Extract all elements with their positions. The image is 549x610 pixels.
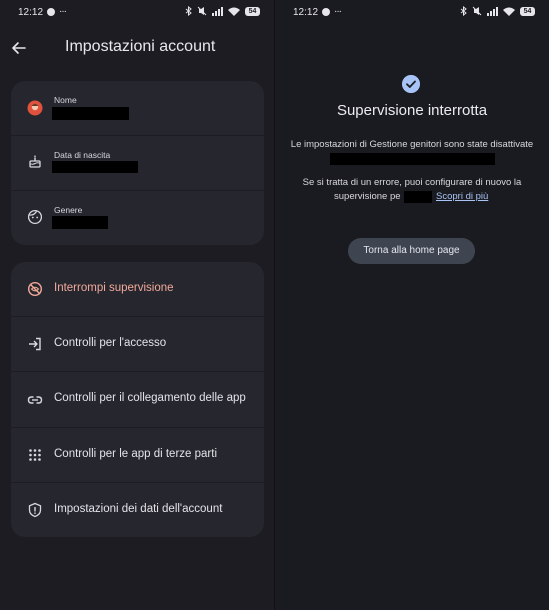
menu-item-account-data[interactable]: Impostazioni dei dati dell'account xyxy=(11,483,264,537)
vibrate-off-icon xyxy=(197,6,207,16)
battery-icon: 54 xyxy=(245,6,260,16)
cake-icon xyxy=(29,155,41,168)
vibrate-off-icon xyxy=(472,6,482,16)
menu-label-stop-supervision: Interrompi supervisione xyxy=(54,282,174,294)
signal-icon xyxy=(212,6,223,16)
profile-label-birthdate: Data di nascita xyxy=(54,150,111,160)
login-icon xyxy=(29,337,41,351)
status-bar: 12:12 ··· 54 xyxy=(0,6,274,20)
supervision-menu-card: Interrompi supervisione Controlli per l'… xyxy=(11,262,264,537)
eye-off-icon xyxy=(27,281,43,297)
menu-label-third-party-apps: Controlli per le app di terze parti xyxy=(54,448,217,460)
menu-item-stop-supervision[interactable]: Interrompi supervisione xyxy=(11,262,264,317)
telegram-icon xyxy=(322,7,330,16)
redacted-gender xyxy=(52,216,108,229)
learn-more-link[interactable]: Scopri di più xyxy=(436,191,488,202)
profile-row-gender[interactable]: Genere xyxy=(11,191,264,245)
confirmation-message: Le impostazioni di Gestione genitori son… xyxy=(290,139,534,150)
profile-label-name: Nome xyxy=(54,95,77,105)
menu-item-access-controls[interactable]: Controlli per l'accesso xyxy=(11,317,264,372)
menu-label-app-linking: Controlli per il collegamento delle app xyxy=(54,392,246,404)
status-time: 12:12 xyxy=(18,7,44,18)
wifi-icon xyxy=(503,7,515,16)
confirmation-title: Supervisione interrotta xyxy=(336,102,488,119)
telegram-icon xyxy=(47,7,55,16)
error-hint-line2: supervisione pe xyxy=(334,191,401,202)
shield-icon xyxy=(28,502,42,518)
back-to-home-button[interactable]: Torna alla home page xyxy=(348,238,475,264)
profile-row-name[interactable]: Nome xyxy=(11,81,264,136)
back-arrow-icon[interactable] xyxy=(11,40,27,56)
menu-item-third-party-apps[interactable]: Controlli per le app di terze parti xyxy=(11,428,264,483)
face-icon xyxy=(27,209,43,225)
wifi-icon xyxy=(228,7,240,16)
bluetooth-icon xyxy=(185,6,192,16)
redacted-name xyxy=(52,107,129,120)
menu-label-account-data: Impostazioni dei dati dell'account xyxy=(54,503,223,515)
signal-icon xyxy=(487,6,498,16)
status-bar-right: 12:12 ··· 54 xyxy=(275,6,549,20)
profile-row-birthdate[interactable]: Data di nascita xyxy=(11,136,264,191)
battery-icon: 54 xyxy=(520,6,535,16)
avatar-icon xyxy=(27,100,43,116)
link-icon xyxy=(27,396,43,404)
redacted-account xyxy=(330,153,495,165)
status-time-right: 12:12 xyxy=(293,7,319,18)
more-notifications-icon: ··· xyxy=(59,6,67,17)
more-notifications-icon: ··· xyxy=(334,6,342,17)
menu-label-access-controls: Controlli per l'accesso xyxy=(54,337,167,349)
check-circle-icon xyxy=(402,75,420,93)
menu-item-app-linking[interactable]: Controlli per il collegamento delle app xyxy=(11,372,264,428)
error-hint-line1: Se si tratta di un errore, puoi configur… xyxy=(302,177,522,188)
grid-icon xyxy=(29,449,41,461)
redacted-device xyxy=(404,191,432,203)
account-settings-screen: 12:12 ··· 54 Impostazioni account Nome D… xyxy=(0,0,274,610)
supervision-stopped-screen: 12:12 ··· 54 Supervisione interrotta Le … xyxy=(275,0,549,610)
profile-card: Nome Data di nascita Genere xyxy=(11,81,264,245)
page-title: Impostazioni account xyxy=(65,38,216,55)
redacted-birthdate xyxy=(52,161,138,173)
profile-label-gender: Genere xyxy=(54,205,83,215)
bluetooth-icon xyxy=(460,6,467,16)
